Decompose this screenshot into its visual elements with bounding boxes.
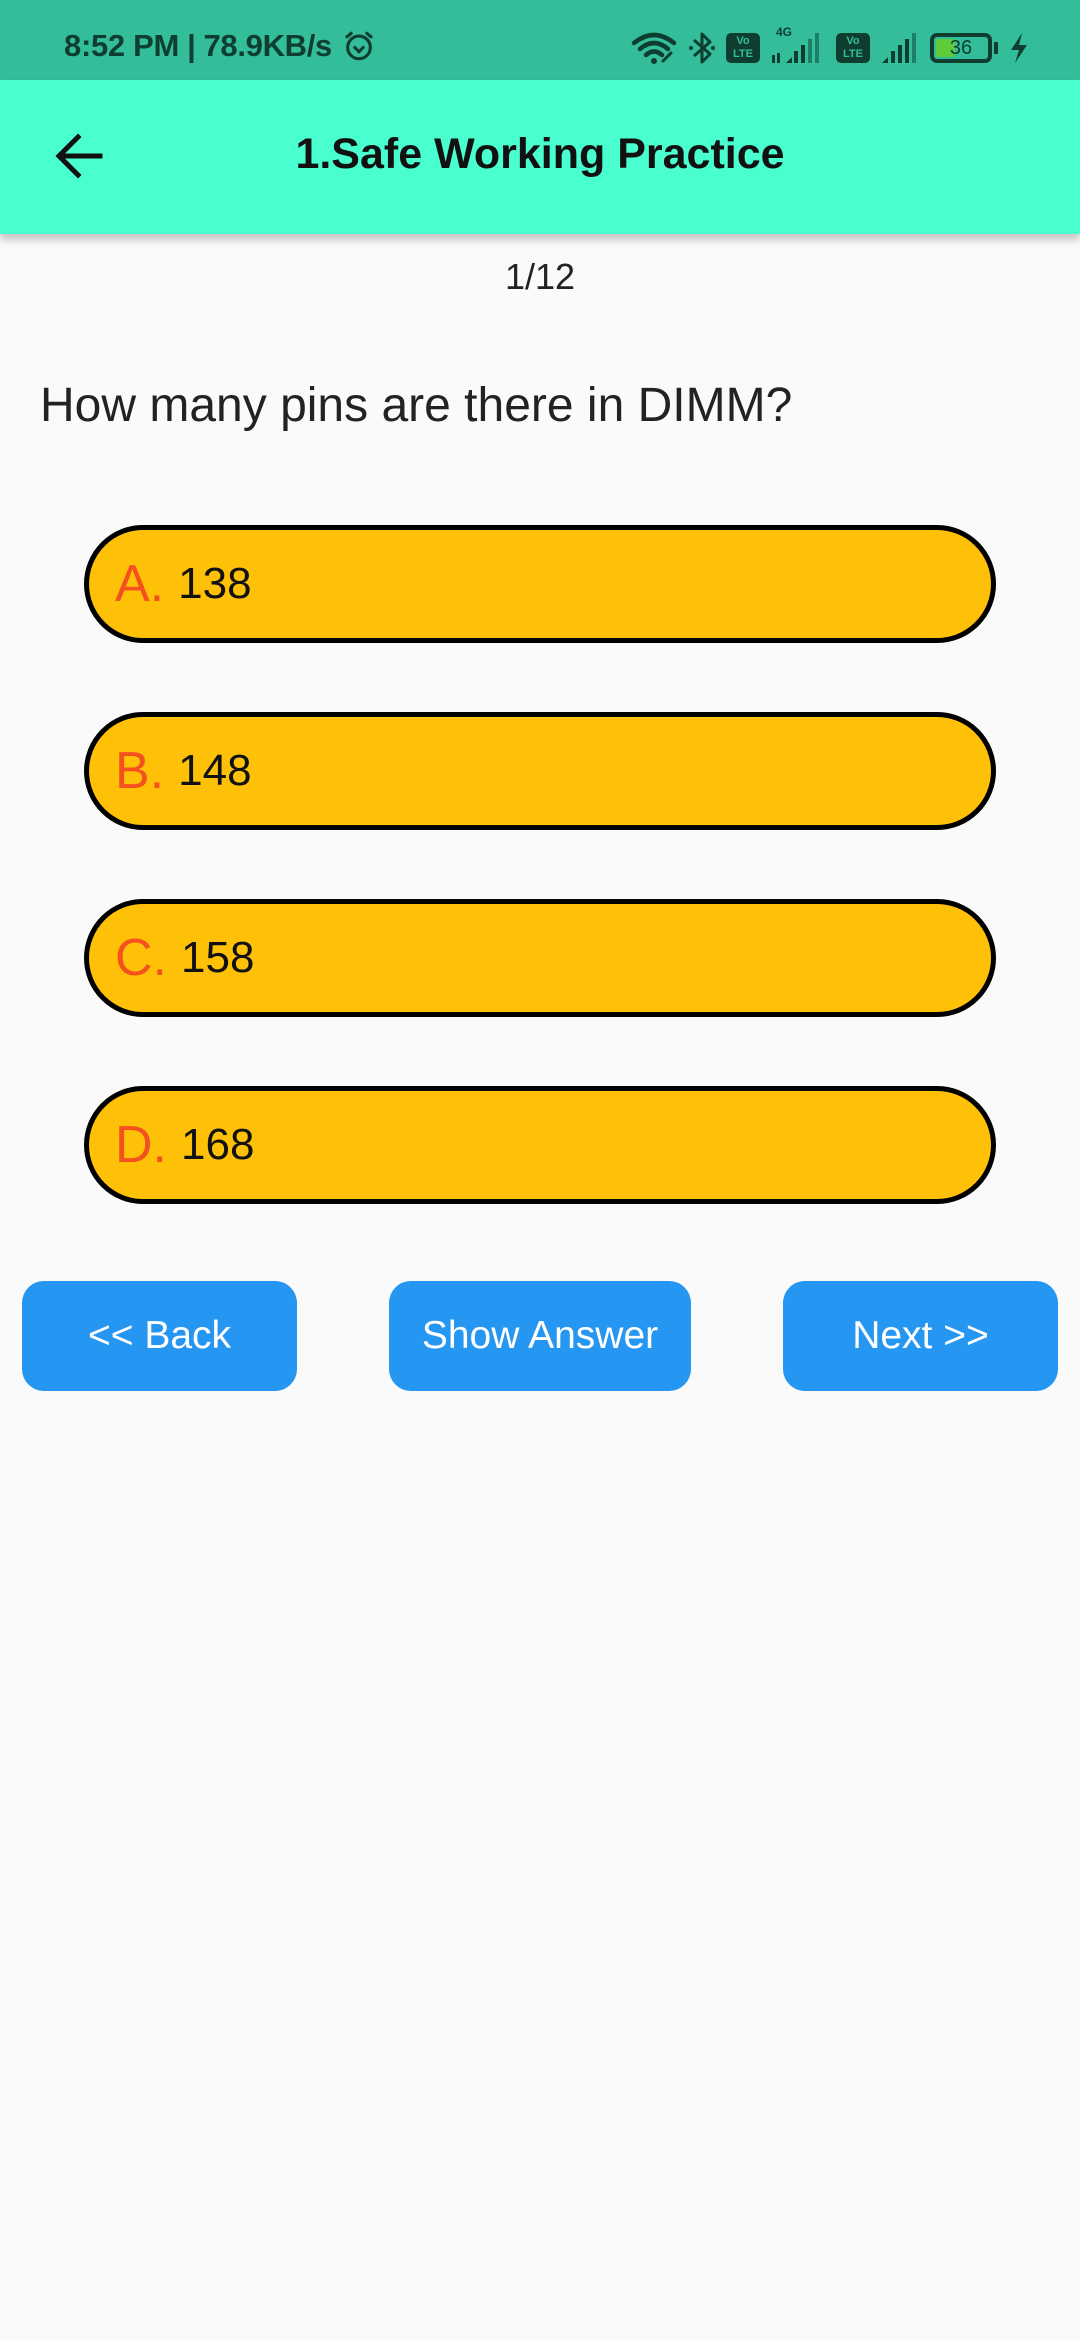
option-value: 138 (178, 559, 252, 608)
network-speed: 78.9KB/s (203, 28, 333, 63)
wifi-icon (631, 32, 677, 64)
battery-level: 36 (949, 36, 973, 59)
option-letter: C. (115, 929, 167, 987)
status-right: Vo LTE 4G Vo LTE 36 (630, 25, 1030, 66)
battery-tip (994, 42, 998, 54)
option-letter: A. (115, 555, 165, 613)
page-title: 1.Safe Working Practice (295, 130, 785, 178)
bluetooth-icon (689, 32, 715, 64)
option-b[interactable]: B. 148 (84, 712, 996, 830)
option-a[interactable]: A. 138 (84, 525, 996, 643)
back-button[interactable]: << Back (22, 1281, 297, 1391)
show-answer-button[interactable]: Show Answer (389, 1281, 691, 1391)
status-time: 8:52 PM (64, 28, 180, 63)
status-separator: | (187, 28, 196, 63)
next-button[interactable]: Next >> (783, 1281, 1058, 1391)
volte-label-top: Vo (736, 35, 750, 47)
navigation-buttons: << Back Show Answer Next >> (0, 1281, 1080, 1391)
question-text: How many pins are there in DIMM? (40, 379, 793, 432)
charging-icon (1011, 33, 1027, 63)
status-left: 8:52 PM | 78.9KB/s (64, 28, 376, 64)
volte-label-bottom: LTE (843, 48, 863, 60)
volte-icon-2: Vo LTE (836, 33, 870, 63)
battery-icon: 36 (930, 33, 992, 63)
alarm-icon (345, 31, 373, 61)
answer-options: A. 138 B. 148 C. 158 D. 168 (84, 525, 996, 1273)
option-value: 168 (181, 1120, 255, 1169)
option-letter: D. (115, 1116, 167, 1174)
option-c[interactable]: C. 158 (84, 899, 996, 1017)
app-bar: 1.Safe Working Practice (0, 80, 1080, 234)
option-value: 148 (178, 746, 252, 795)
volte-icon: Vo LTE (726, 33, 760, 63)
status-bar: 8:52 PM | 78.9KB/s Vo LTE 4G Vo LTE 36 (0, 0, 1080, 80)
volte-label-bottom: LTE (733, 48, 753, 60)
volte-label-top: Vo (846, 35, 860, 47)
option-value: 158 (181, 933, 255, 982)
signal-icon (882, 33, 916, 63)
question-counter: 1/12 (504, 256, 576, 297)
4g-signal-icon: 4G (770, 25, 826, 65)
option-d[interactable]: D. 168 (84, 1086, 996, 1204)
option-letter: B. (115, 742, 165, 800)
